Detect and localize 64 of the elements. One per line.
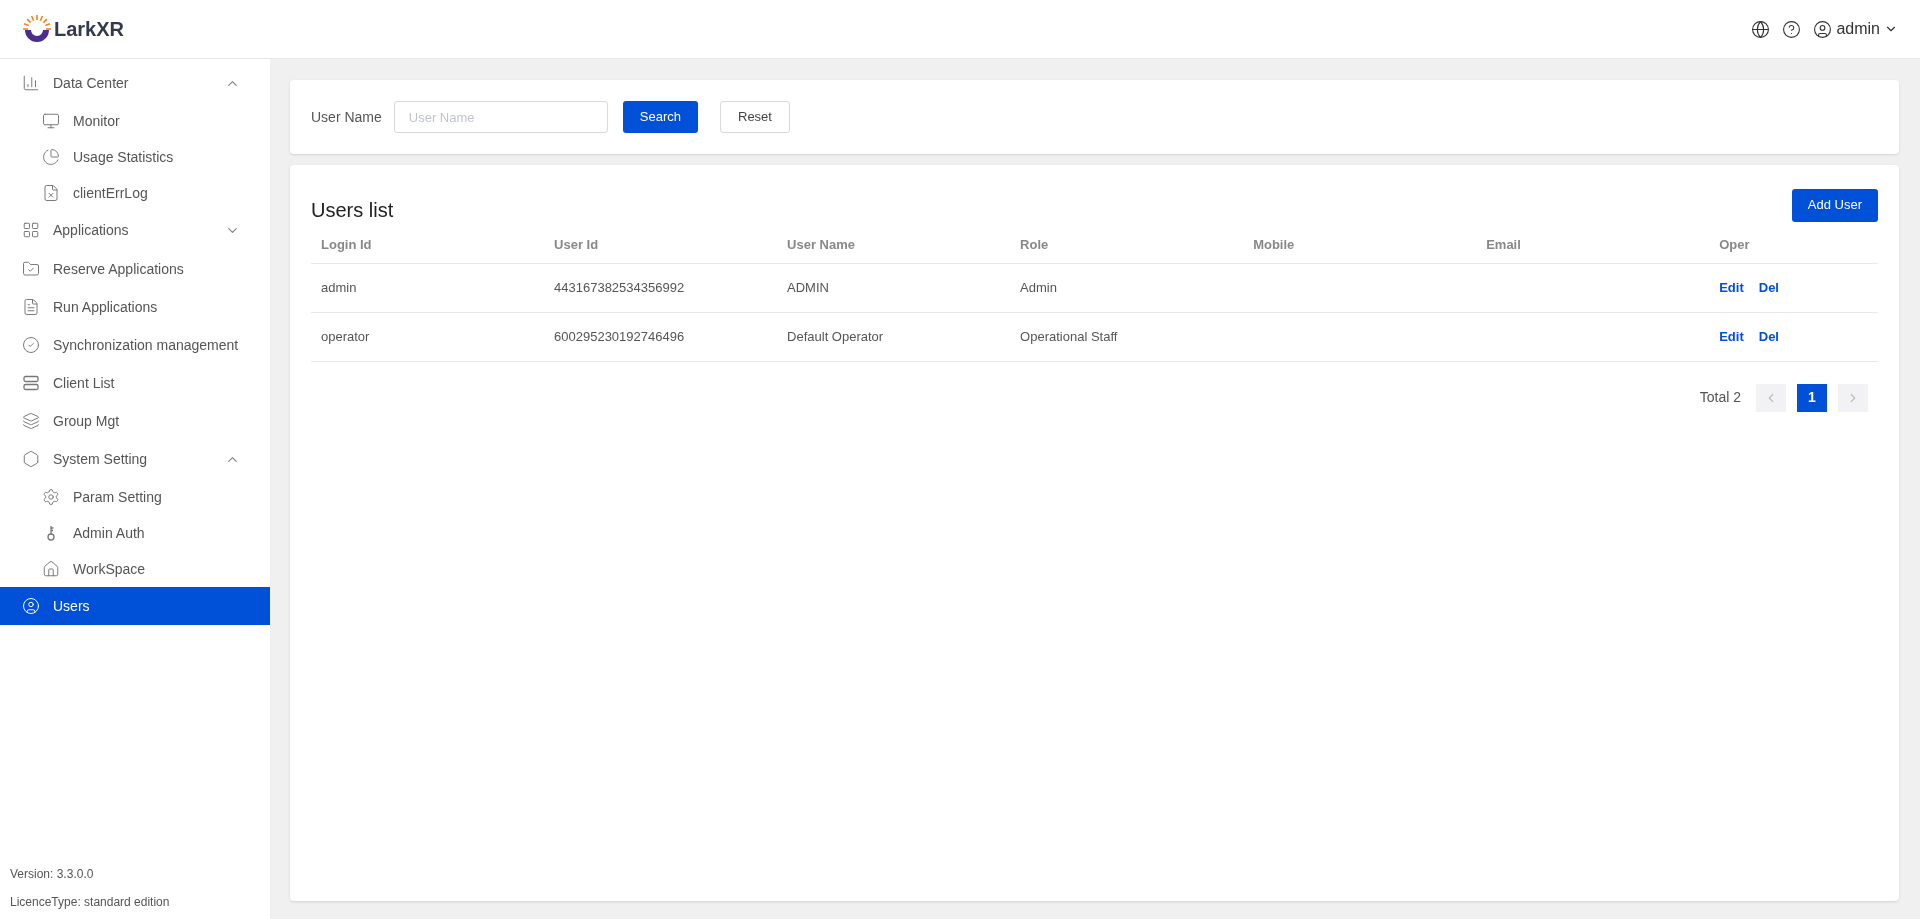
- check-circle-icon: [22, 336, 40, 354]
- table-cell: 443167382534356992: [554, 279, 685, 295]
- logo-icon: [22, 14, 52, 44]
- column-header: Role: [1010, 227, 1244, 263]
- nav-subitem[interactable]: Admin Auth: [0, 515, 270, 551]
- folder-check-icon: [22, 260, 40, 278]
- pie-chart-icon: [42, 148, 60, 166]
- search-button[interactable]: Search: [622, 101, 698, 133]
- field-label: User Name: [311, 107, 382, 127]
- reset-button[interactable]: Reset: [720, 101, 790, 133]
- user-menu[interactable]: admin: [1813, 17, 1898, 41]
- nav-item[interactable]: System Setting: [0, 440, 270, 478]
- nav-item[interactable]: Client List: [0, 364, 270, 402]
- delete-link[interactable]: Del: [1758, 277, 1779, 298]
- nav-item[interactable]: Applications: [0, 211, 270, 249]
- column-header: User Id: [544, 227, 778, 263]
- hexagon-icon: [22, 450, 40, 468]
- user-icon: [1813, 19, 1833, 39]
- nav-item[interactable]: Users: [0, 587, 270, 625]
- nav-item[interactable]: Synchronization management: [0, 326, 270, 364]
- table-cell: 600295230192746496: [554, 328, 685, 344]
- help-icon[interactable]: [1782, 19, 1802, 39]
- document-icon: [22, 298, 40, 316]
- nav-subitem[interactable]: WorkSpace: [0, 551, 270, 587]
- table-cell: Default Operator: [787, 328, 884, 344]
- nav-item[interactable]: Data Center: [0, 64, 270, 102]
- edit-link[interactable]: Edit: [1719, 277, 1744, 298]
- house-icon: [42, 560, 60, 578]
- table-cell: Admin: [1020, 279, 1057, 295]
- file-x-icon: [42, 184, 60, 202]
- gear-icon: [42, 488, 60, 506]
- table-cell: admin: [321, 279, 357, 295]
- column-header: Email: [1476, 227, 1710, 263]
- version-text: Version: 3.3.0.0: [10, 866, 95, 883]
- column-header: User Name: [777, 227, 1011, 263]
- nav-subitem[interactable]: Usage Statistics: [0, 139, 270, 175]
- table-cell: Operational Staff: [1020, 328, 1118, 344]
- nav-item[interactable]: Run Applications: [0, 288, 270, 326]
- nav-subitem[interactable]: Param Setting: [0, 479, 270, 515]
- nav-item[interactable]: Group Mgt: [0, 402, 270, 440]
- server-icon: [22, 374, 40, 392]
- grid-icon: [22, 221, 40, 239]
- card-title: Users list: [311, 198, 394, 223]
- nav-subitem[interactable]: clientErrLog: [0, 175, 270, 211]
- delete-link[interactable]: Del: [1758, 326, 1779, 347]
- nav-item[interactable]: Reserve Applications: [0, 250, 270, 288]
- layers-icon: [22, 412, 40, 430]
- column-header: Mobile: [1243, 227, 1477, 263]
- nav-subitem[interactable]: Monitor: [0, 103, 270, 139]
- table-cell: ADMIN: [787, 279, 829, 295]
- globe-icon[interactable]: [1751, 19, 1771, 39]
- page-button[interactable]: 1: [1797, 383, 1827, 412]
- monitor-icon: [42, 112, 60, 130]
- column-header: Oper: [1709, 227, 1878, 263]
- add-user-button[interactable]: Add User: [1791, 188, 1878, 222]
- chart-icon: [22, 74, 40, 92]
- user-name-field[interactable]: User Name: [393, 101, 608, 133]
- table-cell: operator: [321, 328, 370, 344]
- logo-text: LarkXR: [54, 17, 125, 42]
- total-count: Total 2: [1699, 388, 1741, 407]
- licence-text: LicenceType: standard edition: [10, 894, 171, 911]
- edit-link[interactable]: Edit: [1719, 326, 1744, 347]
- user-circle-icon: [22, 597, 40, 615]
- column-header: Login Id: [311, 227, 545, 263]
